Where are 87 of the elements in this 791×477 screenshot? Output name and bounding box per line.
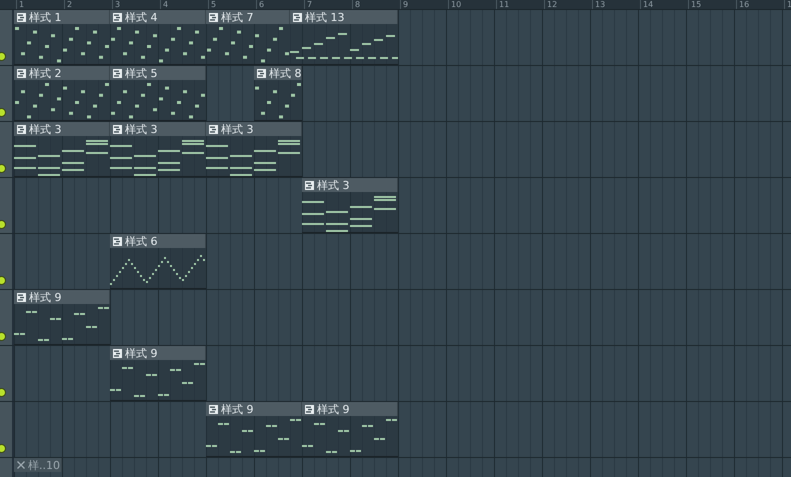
clip-header[interactable]: 样式 3 [110, 122, 206, 136]
bar-number: 3 [112, 0, 160, 9]
piano-roll-icon [17, 292, 26, 302]
piano-roll-icon [257, 68, 266, 78]
clip-label: 样式 3 [125, 122, 158, 136]
pattern-clip[interactable]: 样..10 [14, 458, 62, 477]
clip-header[interactable]: 样式 3 [14, 122, 110, 136]
clip-header[interactable]: 样式 9 [14, 290, 110, 304]
clip-label: 样式 9 [317, 402, 350, 416]
piano-roll-icon [17, 68, 26, 78]
clip-header[interactable]: 样式 6 [110, 234, 206, 248]
pattern-clip[interactable]: 样式 3 [14, 122, 110, 177]
bar-number: 6 [256, 0, 304, 9]
pattern-clip[interactable]: 样式 4 [110, 10, 206, 65]
piano-roll-icon [113, 348, 122, 358]
bar-number: 8 [352, 0, 400, 9]
bar-number: 16 [736, 0, 784, 9]
clip-label: 样式 9 [29, 290, 62, 304]
clip-label: 样式 9 [125, 346, 158, 360]
clip-label: 样式 13 [305, 10, 344, 24]
timeline-ruler[interactable]: 1 2 3 4 5 6 7 8 9 10 11 12 13 14 15 16 1 [0, 0, 791, 10]
clip-header[interactable]: 样式 1 [14, 10, 110, 24]
pattern-clip[interactable]: 样式 5 [110, 66, 206, 121]
bar-number: 11 [496, 0, 544, 9]
bar-number: 2 [64, 0, 112, 9]
pattern-clip[interactable]: 样式 1 [14, 10, 110, 65]
piano-roll-icon [209, 12, 218, 22]
clip-label: 样式 4 [125, 10, 158, 24]
pattern-clip[interactable]: 样式 9 [302, 402, 398, 457]
piano-roll-icon [113, 68, 122, 78]
bar-number: 1 [16, 0, 64, 9]
clip-label: 样式 6 [125, 234, 158, 248]
notes-drawing [254, 81, 302, 121]
clip-label: 样..10 [28, 458, 60, 472]
bar-number: 12 [544, 0, 592, 9]
piano-roll-icon [17, 124, 26, 134]
pattern-clip[interactable]: 样式 9 [110, 346, 206, 401]
clip-label: 样式 3 [221, 122, 254, 136]
clip-header[interactable]: 样式 2 [14, 66, 110, 80]
bar-number: 5 [208, 0, 256, 9]
pattern-clip[interactable]: 样式 3 [110, 122, 206, 177]
bar-number: 1 [784, 0, 791, 9]
bar-number: 14 [640, 0, 688, 9]
pattern-clip[interactable]: 样式 3 [206, 122, 302, 177]
clip-label: 样式 7 [221, 10, 254, 24]
clip-label: 样式 5 [125, 66, 158, 80]
bar-number: 9 [400, 0, 448, 9]
clip-header[interactable]: 样式 9 [110, 346, 206, 360]
bar-number: 13 [592, 0, 640, 9]
clip-label: 样式 1 [29, 10, 62, 24]
bar-number: 4 [160, 0, 208, 9]
clip-label: 样式 2 [29, 66, 62, 80]
piano-roll-icon [209, 404, 218, 414]
piano-roll-icon [113, 236, 122, 246]
clip-header[interactable]: 样..10 [14, 458, 62, 472]
bar-number: 10 [448, 0, 496, 9]
pattern-clip[interactable]: 样式 9 [14, 290, 110, 345]
clip-header[interactable]: 样式 13 [290, 10, 398, 24]
clip-header[interactable]: 样式 8 [254, 66, 302, 80]
piano-roll-icon [293, 12, 302, 22]
clip-header[interactable]: 样式 4 [110, 10, 206, 24]
clip-header[interactable]: 样式 3 [206, 122, 302, 136]
piano-roll-icon [113, 124, 122, 134]
bar-number: 7 [304, 0, 352, 9]
clip-header[interactable]: 样式 3 [302, 178, 398, 192]
clip-label: 样式 9 [221, 402, 254, 416]
pattern-clip[interactable]: 样式 7 [206, 10, 290, 65]
bar-number: 15 [688, 0, 736, 9]
pattern-clip[interactable]: 样式 13 [290, 10, 398, 65]
pattern-clip[interactable]: 样式 6 [110, 234, 206, 289]
clip-header[interactable]: 样式 9 [302, 402, 398, 416]
clip-header[interactable]: 样式 9 [206, 402, 302, 416]
clip-label: 样式 3 [317, 178, 350, 192]
pattern-clip[interactable]: 样式 8 [254, 66, 302, 121]
pattern-clip[interactable]: 样式 9 [206, 402, 302, 457]
clip-header[interactable]: 样式 7 [206, 10, 290, 24]
piano-roll-icon [113, 12, 122, 22]
piano-roll-icon [17, 12, 26, 22]
piano-roll-icon [209, 124, 218, 134]
pattern-clip[interactable]: 样式 3 [302, 178, 398, 233]
clip-header[interactable]: 样式 5 [110, 66, 206, 80]
cross-icon [17, 461, 25, 469]
pattern-clip[interactable]: 样式 2 [14, 66, 110, 121]
clip-label: 样式 8 [269, 66, 302, 80]
piano-roll-icon [305, 180, 314, 190]
clip-label: 样式 3 [29, 122, 62, 136]
piano-roll-icon [305, 404, 314, 414]
